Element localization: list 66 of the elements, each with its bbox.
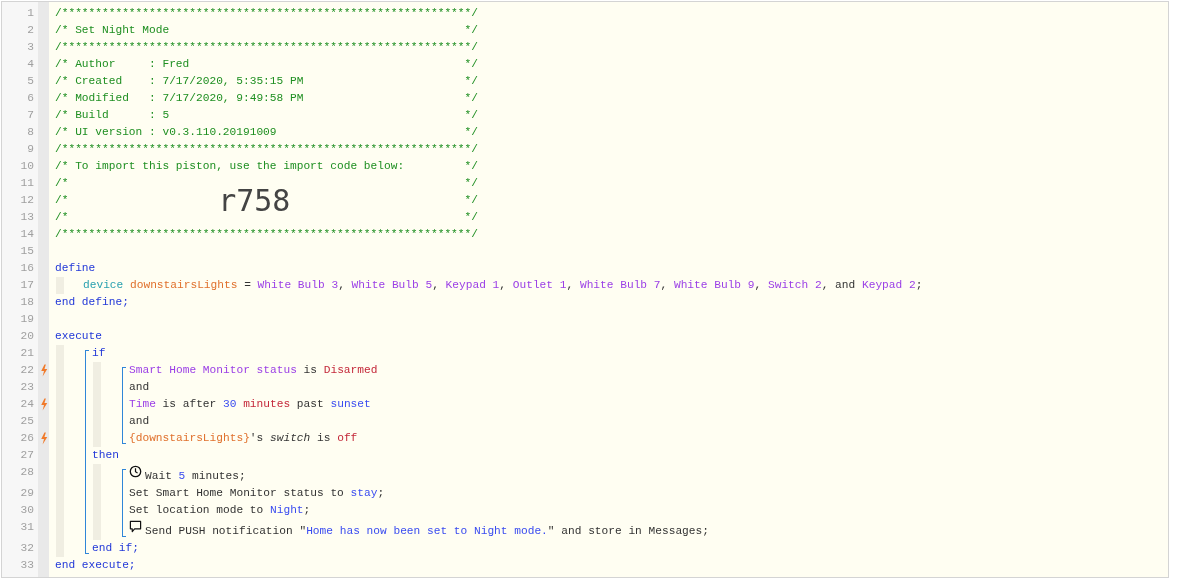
line-number: 9: [26, 142, 35, 157]
code-line: /*************************************************************/: [55, 227, 478, 242]
line-number: 32: [19, 541, 35, 556]
line-number: 25: [19, 414, 35, 429]
code-line: end define;: [55, 295, 129, 310]
line-number: 33: [19, 558, 35, 573]
line-number: 27: [19, 448, 35, 463]
code-line: device downstairsLights = White Bulb 3, White Bulb 5, Keypad 1, Outlet 1, White Bulb 7, White Bulb 9, Switch 2, and Keypad 2;: [83, 278, 923, 293]
line-number: 7: [26, 108, 35, 123]
line-number: 3: [26, 40, 35, 55]
line-number: 13: [19, 210, 35, 225]
code-line: {downstairsLights}'s switch is off: [129, 431, 358, 446]
code-line: then: [92, 448, 119, 463]
speech-bubble-icon: [129, 520, 142, 533]
line-number: 4: [26, 57, 35, 72]
line-number: 15: [19, 244, 35, 259]
line-number: 20: [19, 329, 35, 344]
line-number: 6: [26, 91, 35, 106]
line-number: 19: [19, 312, 35, 327]
line-number: 5: [26, 74, 35, 89]
code-line: /*************************************************************/: [55, 142, 478, 157]
line-number: 18: [19, 295, 35, 310]
code-line: end execute;: [55, 558, 136, 573]
line-number: 26: [19, 431, 35, 446]
code-line: execute: [55, 329, 102, 344]
line-number: 2: [26, 23, 35, 38]
line-number: 28: [19, 465, 35, 480]
code-line: /* Build : 5 */: [55, 108, 478, 123]
code-line: Wait 5 minutes;: [145, 469, 246, 484]
line-number: 21: [19, 346, 35, 361]
block-bracket: [122, 469, 126, 537]
code-line: /*************************************************************/: [55, 40, 478, 55]
line-number: 8: [26, 125, 35, 140]
code-line: Set location mode to Night;: [129, 503, 311, 518]
line-number: 12: [19, 193, 35, 208]
code-line: end if;: [92, 541, 139, 556]
line-number: 22: [19, 363, 35, 378]
line-number: 23: [19, 380, 35, 395]
code-line: Smart Home Monitor status is Disarmed: [129, 363, 378, 378]
line-number: 16: [19, 261, 35, 276]
code-line: /* Modified : 7/17/2020, 9:49:58 PM */: [55, 91, 478, 106]
clock-icon: [129, 465, 142, 478]
code-line: /*************************************************************/: [55, 6, 478, 21]
code-line: /* */: [55, 176, 478, 189]
code-line: define: [55, 261, 96, 276]
code-line: /* Created : 7/17/2020, 5:35:15 PM */: [55, 74, 478, 89]
line-number: 31: [19, 520, 35, 535]
line-number: 10: [19, 159, 35, 174]
code-line: Time is after 30 minutes past sunset: [129, 397, 371, 412]
line-number: 1: [26, 6, 35, 21]
code-line: and: [129, 380, 150, 395]
code-line: Set Smart Home Monitor status to stay;: [129, 486, 385, 501]
code-line: /* To import this piston, use the import code below: */: [55, 159, 478, 174]
line-number: 30: [19, 503, 35, 518]
code-line: /* UI version : v0.3.110.20191009 */: [55, 125, 478, 140]
code-line: if: [92, 346, 106, 361]
line-number: 29: [19, 486, 35, 501]
code-line: /* */: [55, 211, 478, 225]
line-number: 14: [19, 227, 35, 242]
line-number: 24: [19, 397, 35, 412]
code-line: /* Set Night Mode */: [55, 23, 478, 38]
code-line: /* Author : Fred */: [55, 57, 478, 72]
code-line: Send PUSH notification "Home has now been set to Night mode." and store in Messages;: [145, 524, 709, 539]
line-number: 11: [19, 176, 35, 191]
code-line: and: [129, 414, 150, 429]
line-number: 17: [19, 278, 35, 293]
